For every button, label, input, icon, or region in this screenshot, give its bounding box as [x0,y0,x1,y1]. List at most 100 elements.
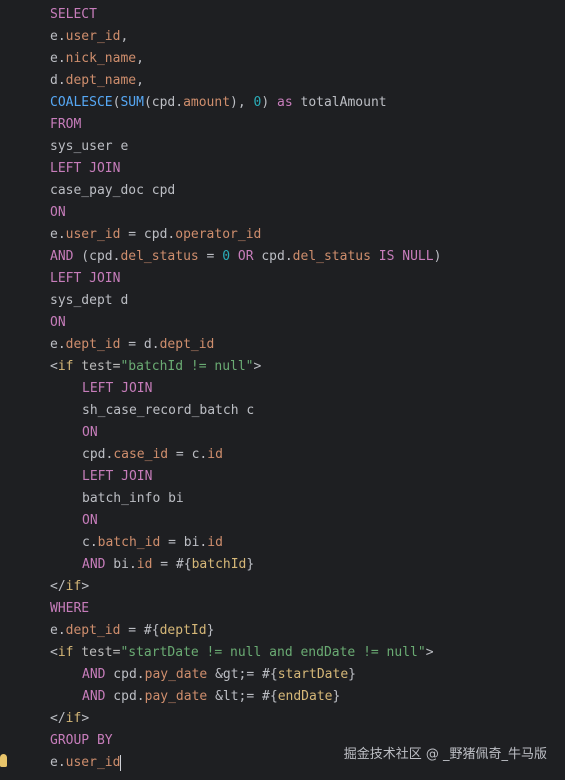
lightbulb-icon[interactable] [0,754,7,767]
code-line[interactable]: <if test="batchId != null"> [0,356,565,378]
watermark: 掘金技术社区 @ _野猪佩奇_牛马版 [343,747,547,762]
code-token: sys_user e [50,139,129,154]
code-token: &gt;= #{ [207,667,278,682]
code-line[interactable]: e.dept_id = d.dept_id [0,334,565,356]
code-token: LEFT JOIN [50,271,121,286]
code-line[interactable]: e.dept_id = #{deptId} [0,620,565,642]
code-lines[interactable]: SELECT e.user_id, e.nick_name, d.dept_name,… [0,4,565,774]
code-line[interactable]: ON [0,422,565,444]
code-token: AND [82,557,106,572]
code-token: OR [237,249,254,264]
code-token: </ [50,711,66,726]
code-line[interactable]: ON [0,312,565,334]
code-token: amount [183,95,231,110]
code-line[interactable]: cpd.case_id = c.id [0,444,565,466]
code-line[interactable]: COALESCE(SUM(cpd.amount), 0) as totalAmo… [0,92,565,114]
code-token: if [65,579,82,594]
code-token: e. [50,337,66,352]
code-token: FROM [50,117,82,132]
code-token: = c. [168,447,208,462]
code-line[interactable]: AND cpd.pay_date &lt;= #{endDate} [0,686,565,708]
code-token: AND [82,667,106,682]
code-token: e. [50,227,66,242]
code-token: c. [82,535,98,550]
code-line[interactable]: LEFT JOIN [0,466,565,488]
code-token: if [65,711,82,726]
code-token: test= [73,359,121,374]
code-token: cpd. [105,689,145,704]
code-line[interactable]: batch_info bi [0,488,565,510]
code-token: = #{ [120,623,160,638]
code-editor[interactable]: SELECT e.user_id, e.nick_name, d.dept_name,… [0,0,565,780]
code-token: user_id [65,755,121,770]
code-token: startDate [277,667,349,682]
code-line[interactable]: e.user_id = cpd.operator_id [0,224,565,246]
code-token: totalAmount [292,95,387,110]
code-token: del_status [292,249,371,264]
code-line[interactable]: ON [0,510,565,532]
code-token: 0 [222,249,231,264]
code-token: SUM [120,95,144,110]
code-line[interactable]: LEFT JOIN [0,158,565,180]
code-token: = cpd. [120,227,176,242]
code-line[interactable]: FROM [0,114,565,136]
code-token: LEFT JOIN [82,469,153,484]
code-token: operator_id [175,227,262,242]
code-line[interactable]: e.nick_name, [0,48,565,70]
code-line[interactable]: AND bi.id = #{batchId} [0,554,565,576]
code-line[interactable]: SELECT [0,4,565,26]
code-token: d. [50,73,66,88]
code-line[interactable]: </if> [0,708,565,730]
code-token: sh_case_record_batch c [82,403,255,418]
code-token: ON [82,425,98,440]
code-token: e. [50,29,66,44]
code-line[interactable]: sys_user e [0,136,565,158]
code-token: if [57,645,74,660]
code-token: id [136,557,153,572]
code-token: = [198,249,223,264]
code-token: = d. [120,337,160,352]
code-token: pay_date [144,689,208,704]
code-line[interactable]: sys_dept d [0,290,565,312]
code-token: AND [50,249,74,264]
code-line[interactable]: sh_case_record_batch c [0,400,565,422]
code-token: nick_name [65,51,137,66]
code-token: deptId [159,623,207,638]
code-token: , [136,73,144,88]
code-token: GROUP BY [50,733,113,748]
code-token: if [57,359,74,374]
code-line[interactable]: ON [0,202,565,224]
code-token: IS NULL [378,249,434,264]
code-token: endDate [277,689,333,704]
code-line[interactable]: <if test="startDate != null and endDate … [0,642,565,664]
code-token: pay_date [144,667,208,682]
code-token: batch_id [97,535,161,550]
code-token: dept_name [65,73,137,88]
code-token: test= [73,645,121,660]
code-token: e. [50,755,66,770]
code-token: > [253,359,262,374]
code-line[interactable]: </if> [0,576,565,598]
code-token: id [207,535,223,550]
code-line[interactable]: AND (cpd.del_status = 0 OR cpd.del_statu… [0,246,565,268]
code-token: } [246,557,255,572]
code-token: &lt;= #{ [207,689,278,704]
code-line[interactable]: c.batch_id = bi.id [0,532,565,554]
code-line[interactable]: e.user_id, [0,26,565,48]
code-line[interactable]: case_pay_doc cpd [0,180,565,202]
code-token: COALESCE [50,95,113,110]
code-line[interactable]: LEFT JOIN [0,378,565,400]
code-token: , [120,29,129,44]
code-line[interactable]: d.dept_name, [0,70,565,92]
code-token: } [332,689,341,704]
code-line[interactable]: WHERE [0,598,565,620]
code-token: ) [261,95,278,110]
code-line[interactable]: LEFT JOIN [0,268,565,290]
code-token: cpd. [253,249,293,264]
code-token: dept_id [65,337,121,352]
code-token: </ [50,579,66,594]
code-token: "batchId != null" [120,359,254,374]
code-token: (cpd. [73,249,121,264]
code-line[interactable]: AND cpd.pay_date &gt;= #{startDate} [0,664,565,686]
